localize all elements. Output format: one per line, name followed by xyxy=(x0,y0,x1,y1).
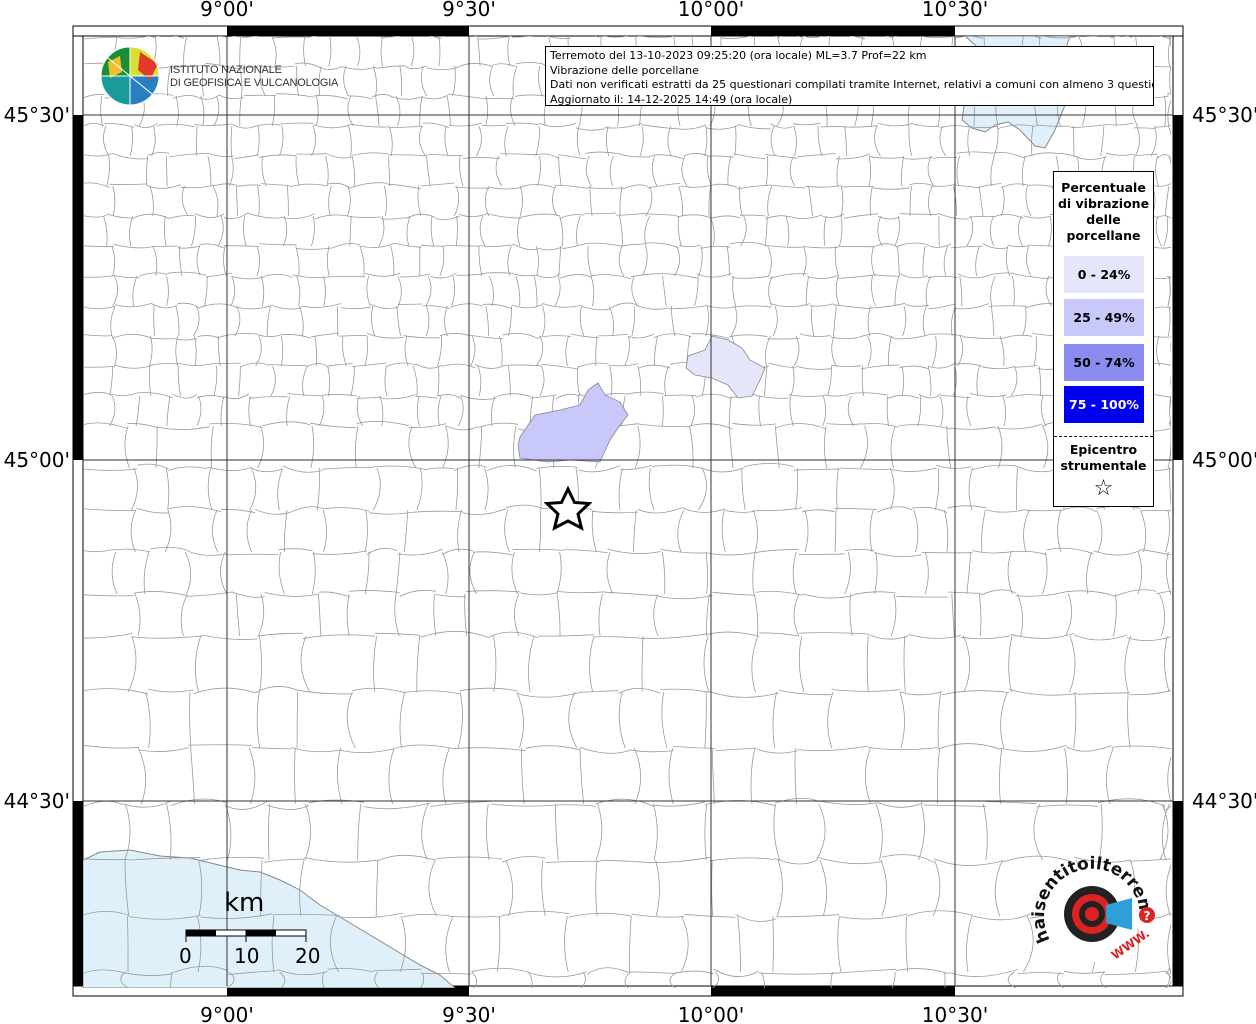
legend-title: Percentuale di vibrazione delle porcella… xyxy=(1057,180,1150,243)
ingv-name: ISTITUTO NAZIONALE DI GEOFISICA E VULCAN… xyxy=(170,64,338,90)
scale-label-20: 20 xyxy=(295,944,321,968)
lat-label-left: 44°30' xyxy=(4,789,70,813)
event-updated: Aggiornato il: 14-12-2025 14:49 (ora loc… xyxy=(550,92,793,106)
legend-item-25-49: 25 - 49% xyxy=(1064,299,1144,336)
ingv-name-line1: ISTITUTO NAZIONALE xyxy=(170,64,282,76)
scale-label-0: 0 xyxy=(179,944,192,968)
lon-label-bottom: 10°30' xyxy=(922,1003,988,1024)
legend-epicenter-star-icon: ☆ xyxy=(1093,476,1114,501)
legend-item-50-74: 50 - 74% xyxy=(1064,344,1144,381)
lat-label-left: 45°00' xyxy=(4,448,70,472)
ingv-name-line2: DI GEOFISICA E VULCANOLOGIA xyxy=(170,77,339,89)
lon-label-bottom: 9°00' xyxy=(200,1003,254,1024)
legend-separator xyxy=(1054,436,1153,437)
scale-unit: km xyxy=(224,888,265,918)
lat-label-right: 44°30' xyxy=(1192,789,1256,813)
legend: Percentuale di vibrazione delle porcella… xyxy=(1053,171,1154,507)
lat-label-left: 45°30' xyxy=(4,103,70,127)
legend-epicenter-label: Epicentro strumentale xyxy=(1060,442,1147,473)
event-effect: Vibrazione delle porcellane xyxy=(550,63,699,77)
lon-label-bottom: 9°30' xyxy=(442,1003,496,1024)
lon-label-top: 9°30' xyxy=(442,0,496,21)
map: 9°00' 9°30' 10°00' 10°30' 9°00' 9°30' 10… xyxy=(0,0,1256,1024)
event-info-box: Terremoto del 13-10-2023 09:25:20 (ora l… xyxy=(545,46,1154,106)
legend-item-75-100: 75 - 100% xyxy=(1064,386,1144,423)
legend-item-0-24: 0 - 24% xyxy=(1064,256,1144,293)
ingv-logo-icon xyxy=(100,46,160,106)
event-data-note: Dati non verificati estratti da 25 quest… xyxy=(550,78,1154,91)
lon-label-top: 10°00' xyxy=(678,0,744,21)
svg-text:?: ? xyxy=(1144,909,1151,923)
scale-label-10: 10 xyxy=(234,944,260,968)
lat-label-right: 45°30' xyxy=(1192,103,1256,127)
event-header: Terremoto del 13-10-2023 09:25:20 (ora l… xyxy=(550,49,927,62)
lon-label-top: 9°00' xyxy=(200,0,254,21)
lon-label-top: 10°30' xyxy=(922,0,988,21)
lat-label-right: 45°00' xyxy=(1192,448,1256,472)
lon-label-bottom: 10°00' xyxy=(678,1003,744,1024)
